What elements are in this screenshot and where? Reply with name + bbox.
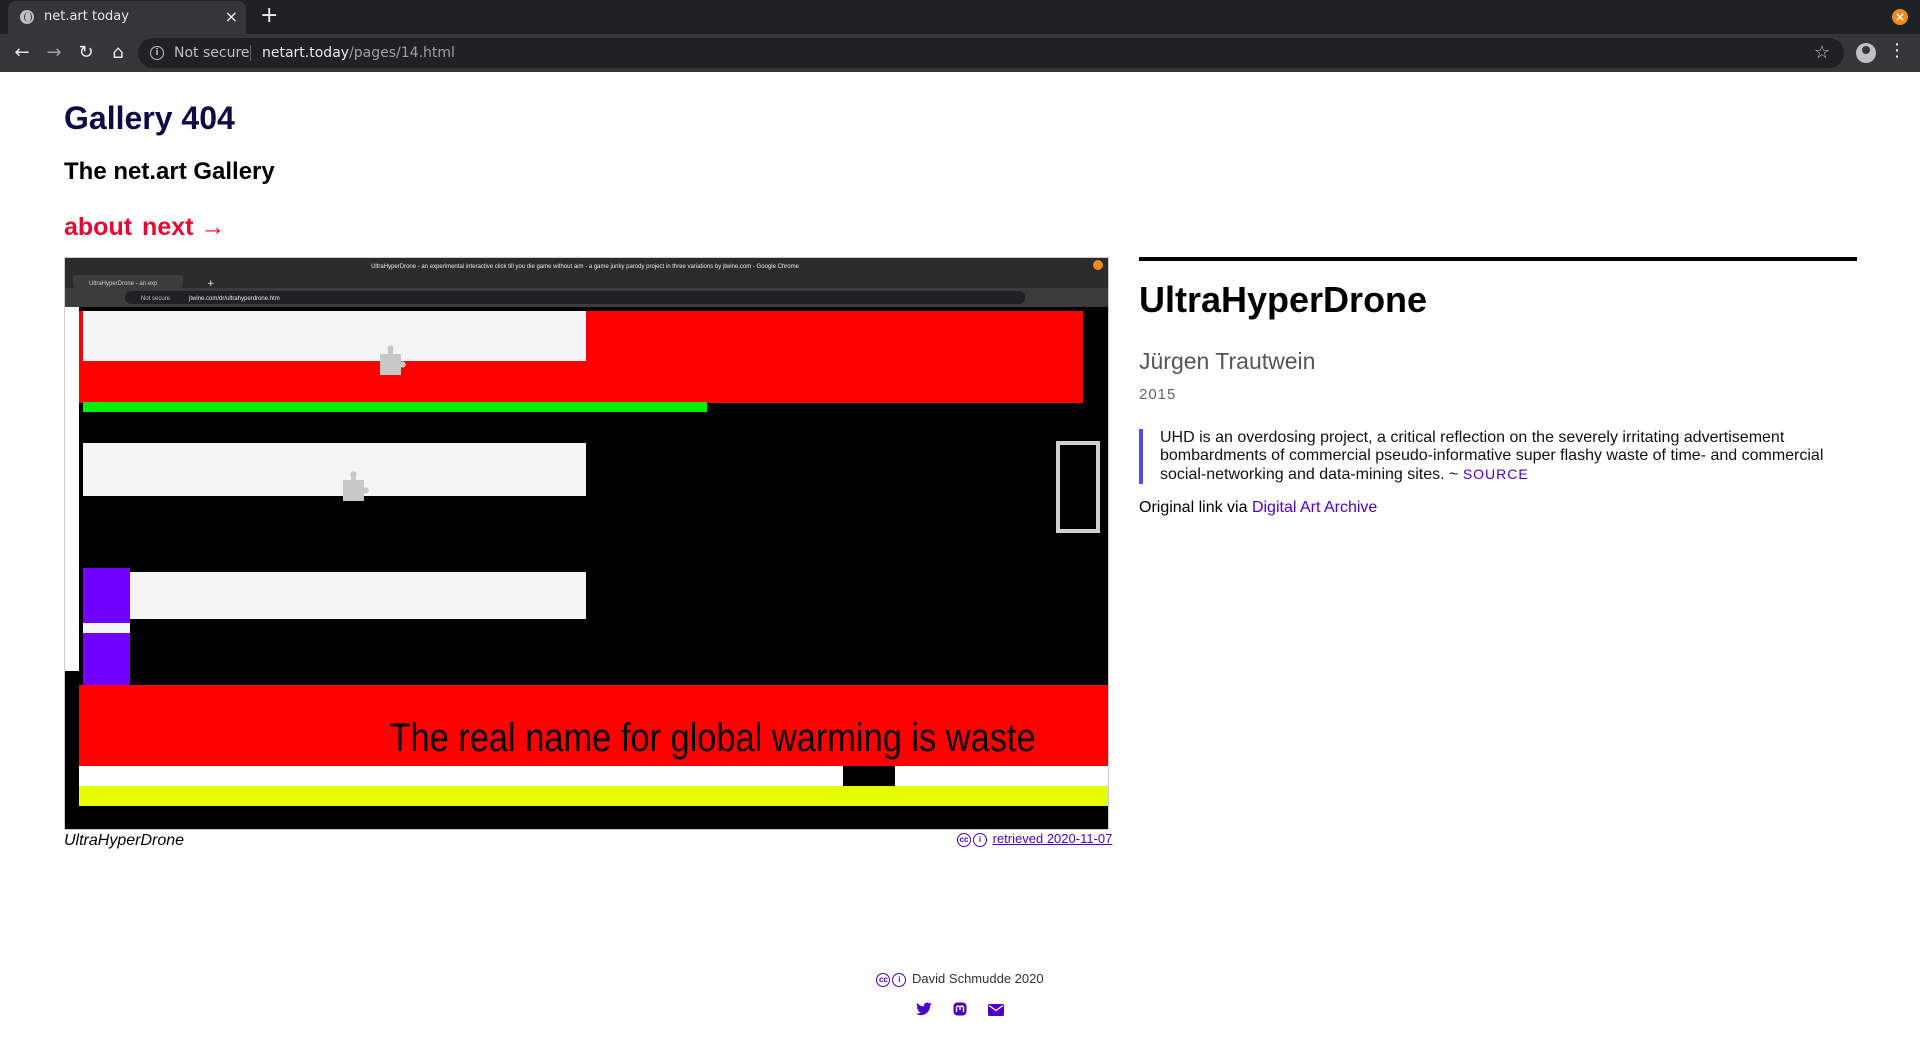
- tab-close-icon[interactable]: ×: [225, 7, 238, 26]
- site-nav: about next →: [64, 213, 235, 242]
- origin-line: Original link via Digital Art Archive: [1139, 499, 1377, 517]
- site-title[interactable]: Gallery 404: [64, 100, 235, 137]
- footer-credit: cc i David Schmudde 2020: [0, 971, 1920, 987]
- panel-1: [83, 311, 586, 361]
- artist-name: Jürgen Trautwein: [1139, 348, 1316, 374]
- info-icon[interactable]: i: [150, 46, 164, 60]
- work-description: UHD is an overdosing project, a critical…: [1139, 429, 1865, 484]
- attribution-icon: i: [973, 832, 987, 847]
- inner-window-title: UltraHyperDrone - an experimental intera…: [371, 264, 800, 270]
- omnibox-divider: [250, 45, 251, 61]
- mastodon-icon[interactable]: [952, 1002, 968, 1016]
- attribution-icon: i: [892, 972, 907, 987]
- footer-credit-text: David Schmudde 2020: [912, 971, 1044, 986]
- security-label[interactable]: Not secure: [174, 45, 250, 61]
- inner-tabbar: [65, 272, 1108, 288]
- url-text[interactable]: netart.today/pages/14.html: [262, 45, 455, 61]
- inner-url: jtwine.com/dr/ultrahyperdrone.htm: [188, 296, 280, 302]
- source-link[interactable]: SOURCE: [1463, 466, 1529, 482]
- artwork-caption: UltraHyperDrone: [64, 832, 185, 849]
- footer-social: [0, 1002, 1920, 1021]
- section-rule: [1139, 257, 1857, 261]
- origin-prefix: Original link via: [1139, 499, 1252, 516]
- artwork-screenshot-svg: UltraHyperDrone - an experimental intera…: [65, 258, 1108, 829]
- white-strip: [79, 766, 1108, 786]
- panel-3: [130, 572, 586, 619]
- twitter-icon[interactable]: [915, 1002, 932, 1016]
- retrieved-link[interactable]: retrieved 2020-11-07: [993, 831, 1113, 846]
- next-link[interactable]: next →: [142, 213, 225, 241]
- inner-security-label: Not secure: [141, 296, 171, 302]
- inner-close-icon: [1093, 260, 1103, 270]
- about-link[interactable]: about: [64, 213, 132, 241]
- digital-art-archive-link[interactable]: Digital Art Archive: [1252, 499, 1377, 516]
- retrieved-note: cc i retrieved 2020-11-07: [957, 831, 1112, 847]
- browser-tab[interactable]: net.art today ×: [8, 1, 246, 34]
- work-title: UltraHyperDrone: [1139, 279, 1428, 320]
- new-tab-button[interactable]: +: [260, 3, 278, 28]
- close-window-icon[interactable]: ×: [1892, 9, 1908, 25]
- inner-newtab-icon: +: [207, 279, 215, 289]
- home-icon[interactable]: ⌂: [106, 41, 130, 65]
- purple-gap: [83, 623, 130, 633]
- site-subtitle: The net.art Gallery: [64, 158, 275, 185]
- browser-toolbar: ← → ↻ ⌂ i Not secure netart.today/pages/…: [0, 34, 1920, 72]
- profile-icon[interactable]: [1856, 43, 1876, 63]
- yellow-bar: [79, 786, 1108, 806]
- back-icon[interactable]: ←: [10, 41, 34, 65]
- address-bar[interactable]: i Not secure netart.today/pages/14.html …: [138, 38, 1844, 68]
- email-icon[interactable]: [988, 1004, 1005, 1018]
- inner-tab-title: UltraHyperDrone - an exp: [89, 281, 158, 287]
- green-bar: [83, 402, 707, 412]
- url-host: netart.today: [262, 45, 350, 61]
- reload-icon[interactable]: ↻: [74, 41, 98, 65]
- artwork-screenshot[interactable]: UltraHyperDrone - an experimental intera…: [64, 257, 1109, 830]
- menu-icon[interactable]: ⋮: [1888, 40, 1906, 61]
- panel-2: [83, 443, 586, 496]
- forward-icon[interactable]: →: [42, 41, 66, 65]
- cc-icon: cc: [876, 972, 891, 987]
- cc-icon: cc: [957, 832, 971, 847]
- browser-tabbar: net.art today × + ×: [0, 0, 1920, 34]
- work-year: 2015: [1139, 386, 1177, 403]
- url-path: /pages/14.html: [349, 45, 455, 61]
- globe-icon: [20, 10, 34, 24]
- black-chip: [843, 766, 895, 786]
- inner-left-gutter: [65, 307, 79, 671]
- banner-text: The real name for global warming is wast…: [390, 715, 1036, 760]
- star-icon[interactable]: ☆: [1814, 42, 1830, 63]
- tab-title: net.art today: [44, 9, 129, 24]
